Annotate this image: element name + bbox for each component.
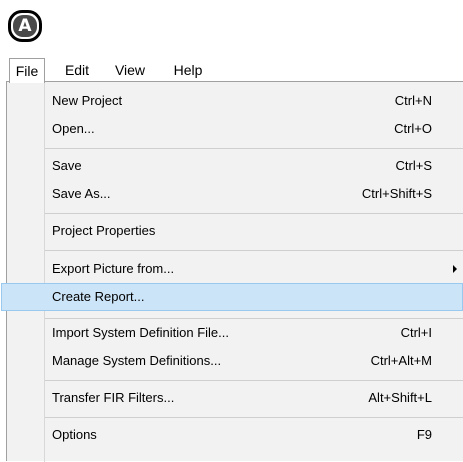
file-menu-dropdown: New Project Ctrl+N Open... Ctrl+O Save C… (1, 81, 463, 462)
menu-item-shortcut: Ctrl+Alt+M (370, 353, 432, 368)
menu-item-create-report[interactable]: Create Report... (1, 283, 463, 311)
menu-separator (45, 380, 463, 381)
menu-item-label: New Project (52, 93, 123, 108)
menu-item-label: Save (52, 158, 82, 173)
menu-item-label: Create Report... (52, 289, 145, 304)
menu-item-shortcut: Ctrl+I (400, 325, 432, 340)
menu-item-shortcut: F9 (416, 427, 432, 442)
menu-item-shortcut: Ctrl+O (394, 121, 432, 136)
step-badge: A (8, 10, 42, 42)
menu-separator (45, 148, 463, 149)
menu-item-shortcut: Alt+Shift+L (368, 390, 432, 405)
menu-bar: File Edit View Help (0, 58, 463, 83)
menu-item-label: Manage System Definitions... (52, 353, 222, 368)
menu-item-shortcut: Ctrl+S (395, 158, 432, 173)
menu-help[interactable]: Help (165, 58, 211, 82)
menu-item-import-system-definition[interactable]: Import System Definition File... Ctrl+I (7, 319, 463, 347)
menu-item-label: Save As... (52, 186, 111, 201)
menu-separator (45, 417, 463, 418)
menu-item-export-picture[interactable]: Export Picture from... (7, 255, 463, 283)
menu-item-label: Transfer FIR Filters... (52, 390, 175, 405)
menu-item-label: Open... (52, 121, 95, 136)
menu-item-project-properties[interactable]: Project Properties (7, 217, 463, 245)
menu-item-label: Project Properties (52, 223, 156, 238)
menu-edit[interactable]: Edit (57, 58, 97, 82)
submenu-arrow-icon (453, 265, 457, 273)
menu-file[interactable]: File (9, 58, 45, 83)
menu-item-options[interactable]: Options F9 (7, 421, 463, 449)
step-badge-letter: A (13, 15, 37, 37)
menu-separator (45, 213, 463, 214)
menu-item-shortcut: Ctrl+Shift+S (361, 186, 432, 201)
menu-item-label: Import System Definition File... (52, 325, 229, 340)
menu-item-manage-system-definitions[interactable]: Manage System Definitions... Ctrl+Alt+M (7, 347, 463, 375)
menu-item-label: Options (52, 427, 97, 442)
menu-item-new-project[interactable]: New Project Ctrl+N (7, 87, 463, 115)
menu-item-open[interactable]: Open... Ctrl+O (7, 115, 463, 143)
menu-item-shortcut: Ctrl+N (394, 93, 432, 108)
menu-item-save-as[interactable]: Save As... Ctrl+Shift+S (7, 180, 463, 208)
menu-item-save[interactable]: Save Ctrl+S (7, 152, 463, 180)
menu-item-transfer-fir-filters[interactable]: Transfer FIR Filters... Alt+Shift+L (7, 384, 463, 412)
menu-separator (45, 250, 463, 251)
menu-view[interactable]: View (107, 58, 153, 82)
menu-item-label: Export Picture from... (52, 261, 175, 276)
